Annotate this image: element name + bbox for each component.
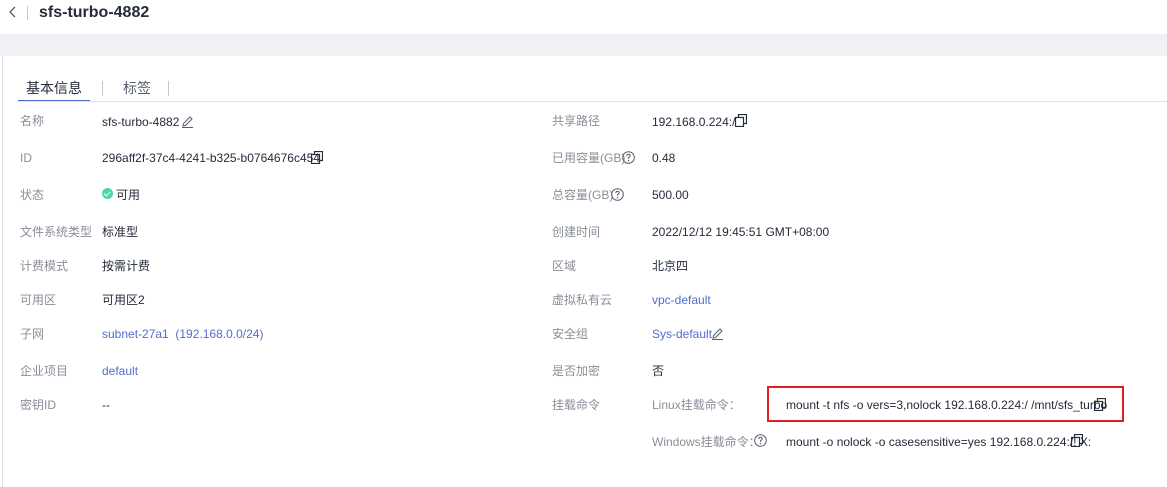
help-icon[interactable] (754, 434, 767, 447)
tab-basic-info[interactable]: 基本信息 (18, 78, 90, 102)
created-label: 创建时间 (552, 225, 601, 239)
edit-security-group-icon[interactable] (711, 327, 724, 340)
mount-command-label: 挂载命令 (552, 398, 601, 412)
region-label: 区域 (552, 259, 577, 273)
billing-value: 按需计费 (102, 259, 151, 273)
windows-mount-label: Windows挂载命令： (652, 435, 761, 449)
copy-path-icon[interactable] (734, 113, 748, 128)
key-label: 密钥ID (20, 398, 57, 412)
tabs-underline (18, 101, 1167, 102)
page-title: sfs-turbo-4882 (39, 4, 150, 21)
help-icon[interactable] (611, 188, 624, 201)
region-value: 北京四 (652, 259, 689, 273)
tab-tags[interactable]: 标签 (123, 78, 151, 100)
edit-name-icon[interactable] (181, 115, 194, 128)
created-value: 2022/12/12 19:45:51 GMT+08:00 (652, 225, 830, 239)
vpc-link[interactable]: vpc-default (652, 293, 711, 307)
tab-divider (102, 81, 103, 96)
fs-type-value: 标准型 (102, 225, 139, 239)
linux-mount-label: Linux挂载命令： (652, 398, 741, 412)
status-value: 可用 (116, 188, 141, 202)
total-capacity-value: 500.00 (652, 188, 689, 202)
status-label: 状态 (20, 188, 45, 202)
status-ok-icon (102, 188, 113, 199)
encrypted-value: 否 (652, 364, 665, 378)
help-icon[interactable] (622, 151, 635, 164)
az-label: 可用区 (20, 293, 57, 307)
name-label: 名称 (20, 114, 45, 128)
share-path-value: 192.168.0.224:/ (652, 115, 736, 129)
highlight-box (767, 386, 1124, 422)
fs-type-label: 文件系统类型 (20, 225, 93, 239)
total-capacity-label: 总容量(GB) (552, 188, 614, 202)
id-label: ID (20, 151, 32, 165)
back-chevron-icon[interactable] (7, 3, 21, 21)
share-path-label: 共享路径 (552, 114, 601, 128)
copy-id-icon[interactable] (310, 150, 324, 165)
az-value: 可用区2 (102, 293, 145, 307)
name-value: sfs-turbo-4882 (102, 115, 180, 129)
header-band (0, 34, 1167, 56)
subnet-link[interactable]: subnet-27a1 (192.168.0.0/24) (102, 327, 263, 341)
id-value: 296aff2f-37c4-4241-b325-b0764676c454 (102, 151, 320, 165)
page-header: sfs-turbo-4882 (0, 0, 1167, 34)
security-group-link[interactable]: Sys-default (652, 327, 712, 341)
billing-label: 计费模式 (20, 259, 69, 273)
project-label: 企业项目 (20, 364, 69, 378)
copy-windows-command-icon[interactable] (1070, 433, 1084, 448)
security-group-label: 安全组 (552, 327, 589, 341)
encrypted-label: 是否加密 (552, 364, 601, 378)
vpc-label: 虚拟私有云 (552, 293, 613, 307)
used-capacity-value: 0.48 (652, 151, 676, 165)
used-capacity-label: 已用容量(GB) (552, 151, 626, 165)
subnet-label: 子网 (20, 327, 45, 341)
key-value: -- (102, 398, 110, 412)
project-link[interactable]: default (102, 364, 138, 378)
tab-divider (168, 81, 169, 96)
header-divider (27, 6, 28, 20)
windows-mount-command: mount -o nolock -o casesensitive=yes 192… (786, 435, 1092, 449)
